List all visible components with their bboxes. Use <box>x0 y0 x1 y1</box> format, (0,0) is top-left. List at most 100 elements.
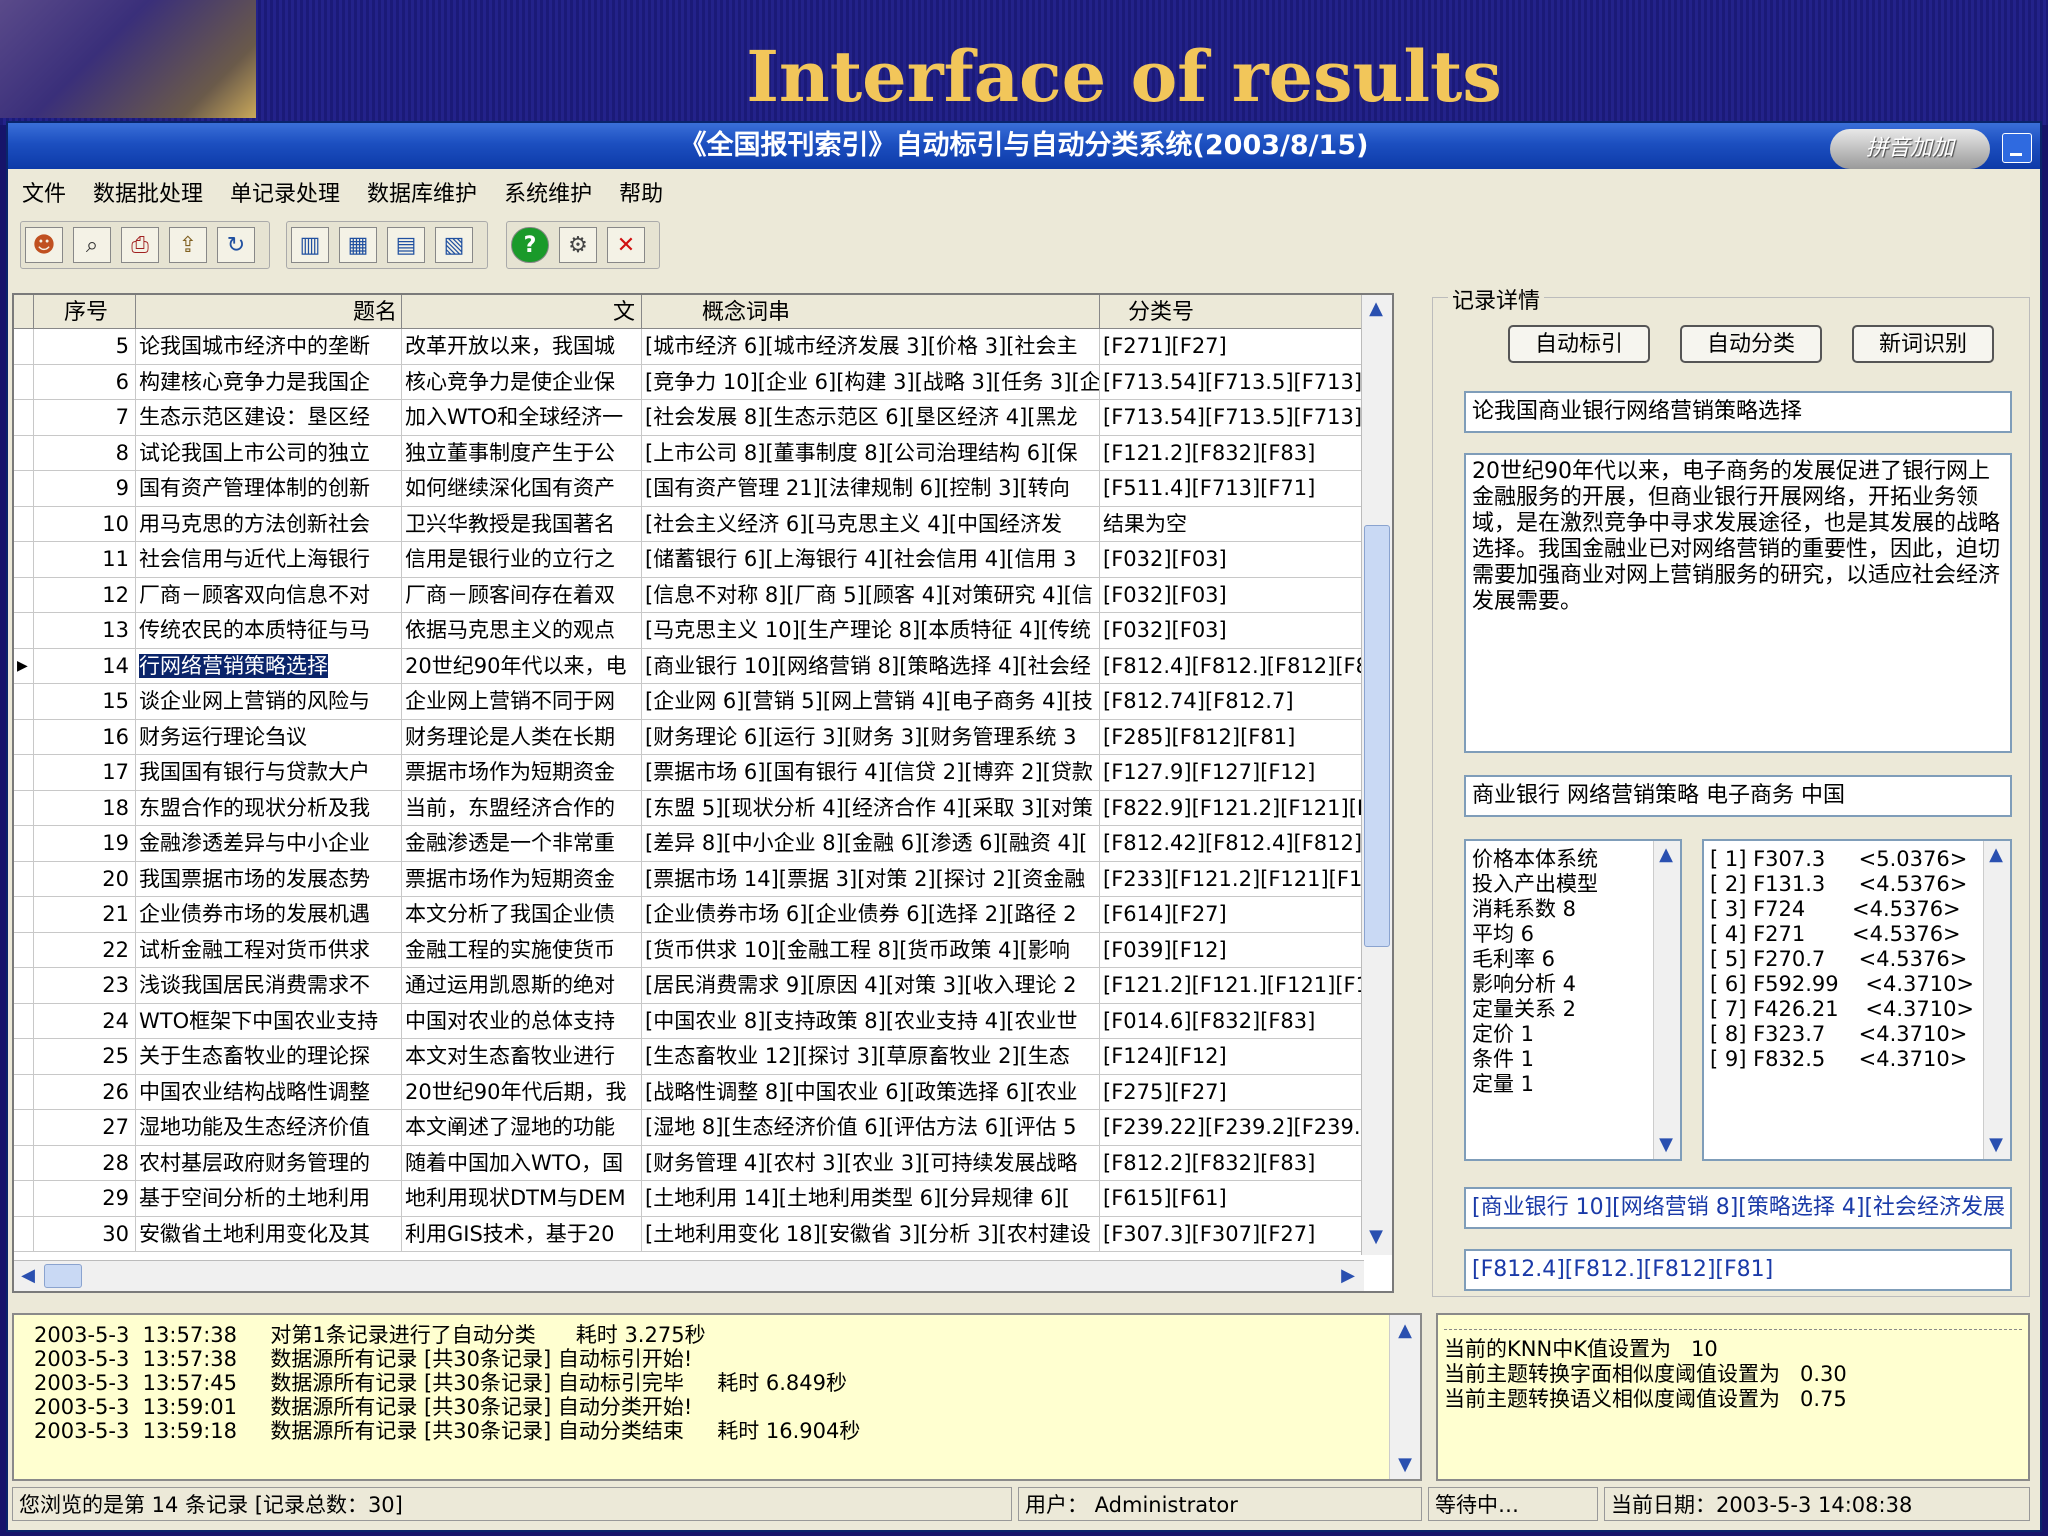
cell-text[interactable]: 20世纪90年代以来，电 <box>402 648 642 683</box>
row-indicator[interactable] <box>14 1003 34 1038</box>
cell-no[interactable]: 29 <box>34 1181 136 1216</box>
row-indicator[interactable] <box>14 506 34 541</box>
menu-database[interactable]: 数据库维护 <box>367 175 477 215</box>
table-row[interactable]: 13 传统农民的本质特征与马 依据马克思主义的观点 [马克思主义 10][生产理论 8… <box>14 613 1364 649</box>
cell-title[interactable]: 浅谈我国居民消费需求不 <box>136 968 402 1003</box>
cell-class[interactable]: [F124][F12] <box>1100 1039 1364 1074</box>
row-pointer-icon[interactable]: ▶ <box>14 648 34 683</box>
cell-title[interactable]: 企业债券市场的发展机遇 <box>136 897 402 932</box>
cell-concept[interactable]: [商业银行 10][网络营销 8][策略选择 4][社会经 <box>642 648 1100 683</box>
concept-term-item[interactable]: 价格本体系统 <box>1466 847 1680 872</box>
close-icon[interactable]: ✕ <box>607 227 645 263</box>
table-row[interactable]: 6 构建核心竞争力是我国企 核心竞争力是使企业保 [竞争力 10][企业 6][构建 … <box>14 364 1364 400</box>
concept-term-item[interactable]: 定量 1 <box>1466 1072 1680 1097</box>
cell-class[interactable]: [F032][F03] <box>1100 613 1364 648</box>
tools-icon[interactable]: ⚙ <box>559 227 597 263</box>
concept-term-item[interactable]: 定价 1 <box>1466 1022 1680 1047</box>
cell-no[interactable]: 19 <box>34 826 136 861</box>
cell-title[interactable]: WTO框架下中国农业支持 <box>136 1003 402 1038</box>
concept-term-item[interactable]: 影响分析 4 <box>1466 972 1680 997</box>
cell-concept[interactable]: [企业债券市场 6][企业债券 6][选择 2][路径 2 <box>642 897 1100 932</box>
cell-text[interactable]: 卫兴华教授是我国著名 <box>402 506 642 541</box>
table-row[interactable]: 20 我国票据市场的发展态势 票据市场作为短期资金 [票据市场 14][票据 3][对… <box>14 861 1364 897</box>
cell-text[interactable]: 本文阐述了湿地的功能 <box>402 1110 642 1145</box>
table-row[interactable]: 16 财务运行理论刍议 财务理论是人类在长期 [财务理论 6][运行 3][财务 3]… <box>14 719 1364 755</box>
cell-class[interactable]: [F014.6][F832][F83] <box>1100 1003 1364 1038</box>
cell-title[interactable]: 我国国有银行与贷款大户 <box>136 755 402 790</box>
table-row[interactable]: 29 基于空间分析的土地利用 地利用现状DTM与DEM [土地利用 14][土地利用类… <box>14 1181 1364 1217</box>
cell-no[interactable]: 23 <box>34 968 136 1003</box>
cell-title[interactable]: 基于空间分析的土地利用 <box>136 1181 402 1216</box>
row-indicator[interactable] <box>14 932 34 967</box>
cell-class[interactable]: [F812.4][F812.][F812][F81] <box>1100 648 1364 683</box>
cell-text[interactable]: 金融渗透是一个非常重 <box>402 826 642 861</box>
cell-class[interactable]: [F239.22][F239.2][F239.][F2 <box>1100 1110 1364 1145</box>
minimize-button[interactable] <box>2002 133 2032 163</box>
table-row[interactable]: 18 东盟合作的现状分析及我 当前，东盟经济合作的 [东盟 5][现状分析 4][经济… <box>14 790 1364 826</box>
cell-text[interactable]: 厂商－顾客间存在着双 <box>402 577 642 612</box>
cell-class[interactable]: [F271][F27] <box>1100 329 1364 364</box>
cell-title[interactable]: 财务运行理论刍议 <box>136 719 402 754</box>
cell-no[interactable]: 16 <box>34 719 136 754</box>
cell-text[interactable]: 当前，东盟经济合作的 <box>402 790 642 825</box>
concept-term-item[interactable]: 消耗系数 8 <box>1466 897 1680 922</box>
knn-results-list[interactable]: [ 1] F307.3 <5.0376>[ 2] F131.3 <4.5376>… <box>1702 839 2012 1161</box>
export-icon[interactable]: ⇪ <box>169 227 207 263</box>
row-indicator[interactable] <box>14 861 34 896</box>
log-scroll-down-icon[interactable]: ▼ <box>1393 1453 1417 1477</box>
menu-help[interactable]: 帮助 <box>619 175 663 215</box>
knn-result-item[interactable]: [ 6] F592.99 <4.3710> <box>1704 972 2010 997</box>
record-title-field[interactable]: 论我国商业银行网络营销策略选择 <box>1464 391 2012 433</box>
grid-horizontal-scrollbar[interactable]: ◀ ▶ <box>14 1260 1364 1291</box>
header-no[interactable]: 序号 <box>34 295 136 328</box>
knn-result-item[interactable]: [ 5] F270.7 <4.5376> <box>1704 947 2010 972</box>
cell-text[interactable]: 中国对农业的总体支持 <box>402 1003 642 1038</box>
knn-result-item[interactable]: [ 3] F724 <4.5376> <box>1704 897 2010 922</box>
cell-concept[interactable]: [居民消费需求 9][原因 4][对策 3][收入理论 2 <box>642 968 1100 1003</box>
cell-class[interactable]: [F032][F03] <box>1100 542 1364 577</box>
cell-title[interactable]: 金融渗透差异与中小企业 <box>136 826 402 861</box>
cell-concept[interactable]: [中国农业 8][支持政策 8][农业支持 4][农业世 <box>642 1003 1100 1038</box>
cell-title[interactable]: 国有资产管理体制的创新 <box>136 471 402 506</box>
cell-no[interactable]: 24 <box>34 1003 136 1038</box>
table-row[interactable]: 22 试析金融工程对货币供求 金融工程的实施使货币 [货币供求 10][金融工程 8]… <box>14 932 1364 968</box>
cell-text[interactable]: 票据市场作为短期资金 <box>402 861 642 896</box>
cell-no[interactable]: 22 <box>34 932 136 967</box>
cell-class[interactable]: [F285][F812][F81] <box>1100 719 1364 754</box>
ime-indicator[interactable]: 拼音加加 <box>1830 129 1990 169</box>
cell-text[interactable]: 通过运用凯恩斯的绝对 <box>402 968 642 1003</box>
row-indicator[interactable] <box>14 613 34 648</box>
cell-title[interactable]: 中国农业结构战略性调整 <box>136 1074 402 1109</box>
cell-class[interactable]: [F614][F27] <box>1100 897 1364 932</box>
cell-no[interactable]: 11 <box>34 542 136 577</box>
cell-class[interactable]: [F822.9][F121.2][F121][F12] <box>1100 790 1364 825</box>
knn-scroll-down-icon[interactable]: ▼ <box>1984 1133 2008 1157</box>
cell-class[interactable]: [F511.4][F713][F71] <box>1100 471 1364 506</box>
cell-concept[interactable]: [竞争力 10][企业 6][构建 3][战略 3][任务 3][企 <box>642 364 1100 399</box>
row-indicator[interactable] <box>14 1216 34 1251</box>
concept-term-item[interactable]: 毛利率 6 <box>1466 947 1680 972</box>
cell-concept[interactable]: [社会主义经济 6][马克思主义 4][中国经济发 <box>642 506 1100 541</box>
table-row[interactable]: 17 我国国有银行与贷款大户 票据市场作为短期资金 [票据市场 6][国有银行 4][… <box>14 755 1364 791</box>
table-row[interactable]: 25 关于生态畜牧业的理论探 本文对生态畜牧业进行 [生态畜牧业 12][探讨 3][… <box>14 1039 1364 1075</box>
search-icon[interactable]: ⌕ <box>73 227 111 263</box>
cell-concept[interactable]: [货币供求 10][金融工程 8][货币政策 4][影响 <box>642 932 1100 967</box>
cell-class[interactable]: 结果为空 <box>1100 506 1364 541</box>
table-row[interactable]: 30 安徽省土地利用变化及其 利用GIS技术，基于20 [土地利用变化 18][安徽省… <box>14 1216 1364 1252</box>
cell-concept[interactable]: [财务管理 4][农村 3][农业 3][可持续发展战略 <box>642 1145 1100 1180</box>
cell-title[interactable]: 传统农民的本质特征与马 <box>136 613 402 648</box>
cell-text[interactable]: 利用GIS技术，基于20 <box>402 1216 642 1251</box>
cell-text[interactable]: 本文分析了我国企业债 <box>402 897 642 932</box>
knn-result-item[interactable]: [ 4] F271 <4.5376> <box>1704 922 2010 947</box>
table-row[interactable]: 8 试论我国上市公司的独立 独立董事制度产生于公 [上市公司 8][董事制度 8][公… <box>14 435 1364 471</box>
cell-concept[interactable]: [马克思主义 10][生产理论 8][本质特征 4][传统 <box>642 613 1100 648</box>
row-indicator[interactable] <box>14 1039 34 1074</box>
cell-concept[interactable]: [战略性调整 8][中国农业 6][政策选择 6][农业 <box>642 1074 1100 1109</box>
cell-text[interactable]: 本文对生态畜牧业进行 <box>402 1039 642 1074</box>
menu-single-record[interactable]: 单记录处理 <box>230 175 340 215</box>
cell-text[interactable]: 企业网上营销不同于网 <box>402 684 642 719</box>
table-row[interactable]: 27 湿地功能及生态经济价值 本文阐述了湿地的功能 [湿地 8][生态经济价值 6][… <box>14 1110 1364 1146</box>
cell-concept[interactable]: [生态畜牧业 12][探讨 3][草原畜牧业 2][生态 <box>642 1039 1100 1074</box>
cell-class[interactable]: [F812.42][F812.4][F812][F81 <box>1100 826 1364 861</box>
table-row[interactable]: 26 中国农业结构战略性调整 20世纪90年代后期，我 [战略性调整 8][中国农业 … <box>14 1074 1364 1110</box>
